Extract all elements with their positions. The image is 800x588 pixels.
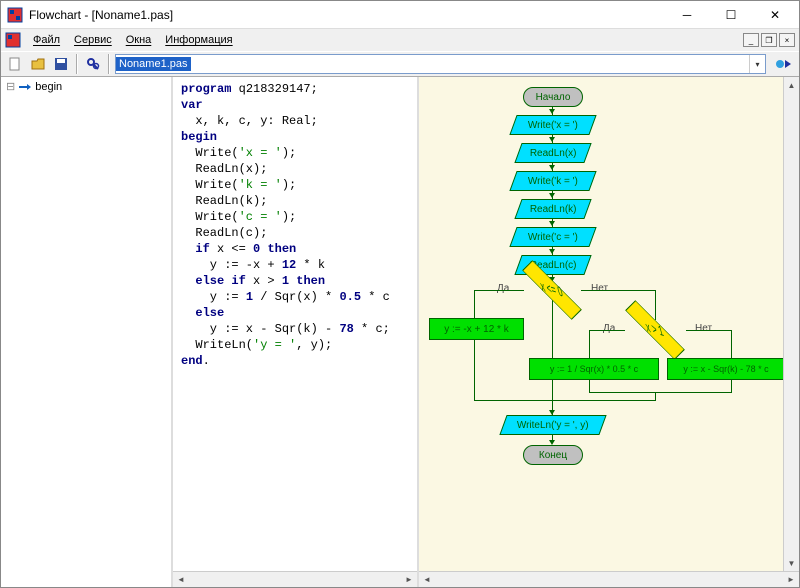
process-y1: y := -x + 12 * k <box>429 318 524 340</box>
menu-info[interactable]: Информация <box>159 32 238 48</box>
title-bar: Flowchart - [Noname1.pas] ─ ☐ ✕ <box>1 1 799 29</box>
scroll-track[interactable] <box>435 573 783 587</box>
io-write-k: Write('k = ') <box>509 171 596 191</box>
run-button[interactable] <box>773 54 795 74</box>
arrow-icon <box>549 165 555 170</box>
tree-panel: ⊟ begin <box>1 77 173 587</box>
arrow-icon <box>549 137 555 142</box>
arrow-right-icon <box>18 82 32 92</box>
scroll-track[interactable] <box>189 573 401 587</box>
toolbar: Noname1.pas ▾ <box>1 51 799 77</box>
flow-connector <box>655 392 656 400</box>
scroll-up-icon[interactable]: ▲ <box>785 77 799 93</box>
io-write-c: Write('c = ') <box>509 227 596 247</box>
io-write-y: WriteLn('y = ', y) <box>499 415 606 435</box>
branch-yes: Да <box>497 283 509 294</box>
arrow-icon <box>549 193 555 198</box>
flow-connector <box>474 290 475 318</box>
content-area: ⊟ begin program q218329147; var x, k, c,… <box>1 77 799 587</box>
maximize-button[interactable]: ☐ <box>709 2 753 28</box>
io-write-x: Write('x = ') <box>509 115 596 135</box>
app-icon <box>7 7 23 23</box>
flow-connector <box>731 380 732 392</box>
flow-connector <box>589 392 732 393</box>
arrow-icon <box>549 249 555 254</box>
tree-root-label: begin <box>35 81 62 93</box>
toolbar-separator <box>108 54 110 74</box>
menu-file[interactable]: Файл <box>27 32 66 48</box>
menu-service[interactable]: Сервис <box>68 32 118 48</box>
process-y3: y := x - Sqr(k) - 78 * c <box>667 358 785 380</box>
save-file-button[interactable] <box>51 54 71 74</box>
mdi-close-button[interactable]: × <box>779 33 795 47</box>
file-combo[interactable]: Noname1.pas ▾ <box>115 54 766 74</box>
terminator-end: Конец <box>523 445 583 465</box>
tree-collapse-icon: ⊟ <box>6 80 15 93</box>
minimize-button[interactable]: ─ <box>665 2 709 28</box>
flow-connector <box>731 330 732 358</box>
scroll-down-icon[interactable]: ▼ <box>785 555 799 571</box>
arrow-icon <box>549 109 555 114</box>
file-combo-selected: Noname1.pas <box>116 57 191 71</box>
flow-h-scrollbar[interactable]: ◄ ► <box>419 571 799 587</box>
flow-connector <box>581 290 656 291</box>
code-editor[interactable]: program q218329147; var x, k, c, y: Real… <box>173 77 417 571</box>
menu-bar: Файл Сервис Окна Информация _ ❐ × <box>1 29 799 51</box>
tree-root[interactable]: ⊟ begin <box>5 79 167 94</box>
flow-connector <box>686 330 731 331</box>
child-window-icon <box>5 32 21 48</box>
flow-connector <box>474 290 524 291</box>
close-button[interactable]: ✕ <box>753 2 797 28</box>
terminator-start: Начало <box>523 87 583 107</box>
scroll-right-icon[interactable]: ► <box>783 573 799 587</box>
open-file-button[interactable] <box>28 54 48 74</box>
flow-connector <box>474 400 656 401</box>
find-button[interactable] <box>83 54 103 74</box>
toolbar-separator <box>76 54 78 74</box>
arrow-icon <box>549 221 555 226</box>
flow-connector <box>589 330 625 331</box>
io-read-x: ReadLn(x) <box>514 143 591 163</box>
process-y2: y := 1 / Sqr(x) * 0.5 * c <box>529 358 659 380</box>
io-read-k: ReadLn(k) <box>514 199 591 219</box>
flow-connector <box>474 340 475 400</box>
code-h-scrollbar[interactable]: ◄ ► <box>173 571 417 587</box>
new-file-button[interactable] <box>5 54 25 74</box>
flowchart-panel: Начало Write('x = ') ReadLn(x) Write('k … <box>419 77 799 587</box>
chevron-down-icon[interactable]: ▾ <box>749 55 765 73</box>
menu-windows[interactable]: Окна <box>120 32 158 48</box>
scroll-left-icon[interactable]: ◄ <box>173 573 189 587</box>
branch-no: Нет <box>591 283 608 294</box>
scroll-left-icon[interactable]: ◄ <box>419 573 435 587</box>
code-panel: program q218329147; var x, k, c, y: Real… <box>173 77 419 587</box>
flowchart-canvas[interactable]: Начало Write('x = ') ReadLn(x) Write('k … <box>419 77 799 571</box>
window-title: Flowchart - [Noname1.pas] <box>29 8 665 22</box>
mdi-restore-button[interactable]: ❐ <box>761 33 777 47</box>
flow-connector <box>655 290 656 320</box>
mdi-minimize-button[interactable]: _ <box>743 33 759 47</box>
scroll-right-icon[interactable]: ► <box>401 573 417 587</box>
branch-yes: Да <box>603 323 615 334</box>
flow-connector <box>589 330 590 358</box>
flow-connector <box>589 380 590 392</box>
branch-no: Нет <box>695 323 712 334</box>
scroll-track[interactable] <box>785 93 799 555</box>
flow-v-scrollbar[interactable]: ▲ ▼ <box>783 77 799 571</box>
